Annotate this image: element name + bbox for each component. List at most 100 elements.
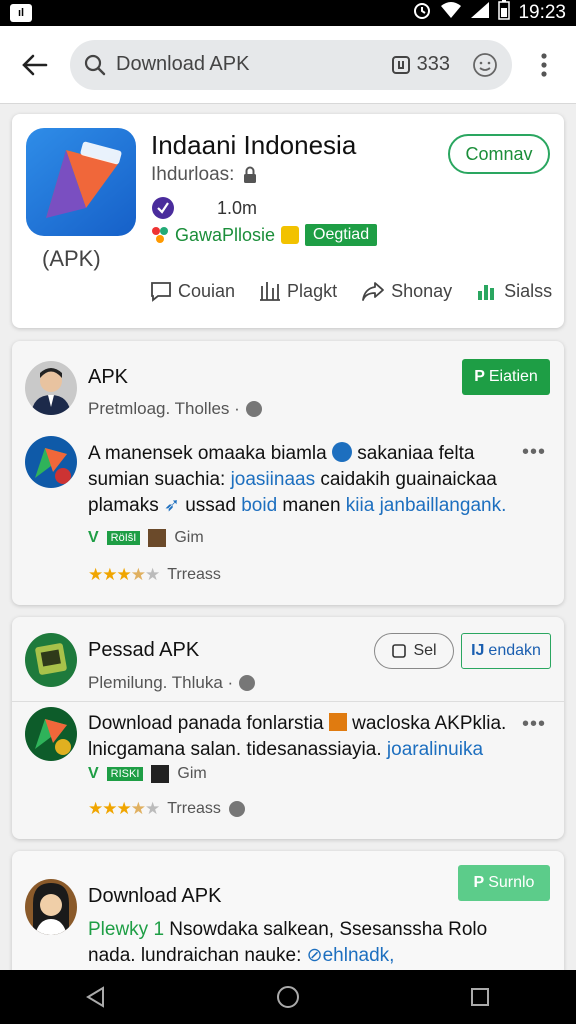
apk-label: (APK) — [42, 246, 101, 271]
overflow-menu-button[interactable] — [512, 26, 576, 104]
category-icon — [152, 227, 168, 243]
tabs-icon — [391, 55, 410, 74]
app-meta: 1.0m — [151, 196, 257, 220]
post-author[interactable]: Download APK — [88, 885, 221, 908]
install-button[interactable]: Comnav — [448, 134, 550, 174]
app-actions: Couian Plagkt Shonay Sialss — [150, 280, 552, 302]
rating-text: Trreass — [167, 566, 221, 583]
verify-text: Gim — [177, 765, 207, 782]
download-button[interactable]: IJ endakn — [461, 633, 551, 669]
post-author[interactable]: APK — [88, 366, 128, 389]
download-button-label: endakn — [488, 642, 541, 659]
check-icon: V — [88, 529, 99, 546]
tab-count-value: 333 — [416, 53, 450, 75]
post-app-icon[interactable] — [25, 707, 77, 761]
info-icon — [228, 801, 245, 817]
app-developer-label: Ihdurloas: — [151, 164, 235, 185]
save-button[interactable]: Sel — [374, 633, 454, 669]
follow-button-label: Surnlo — [488, 874, 535, 891]
app-card[interactable]: (APK) Indaani Indonesia Ihdurloas: 1.0m … — [12, 114, 564, 328]
square-recents-icon — [471, 988, 489, 1006]
post-link[interactable]: joasiinaas — [231, 469, 316, 490]
avatar[interactable] — [25, 361, 77, 415]
wifi-icon — [440, 1, 462, 25]
search-placeholder: Download APK — [116, 53, 250, 75]
post-link[interactable]: Plewky 1 — [88, 919, 164, 940]
globe-icon — [245, 401, 262, 417]
comment-icon — [151, 282, 171, 302]
post-meta-text: Pretmloag. Tholles · — [88, 399, 240, 418]
save-button-label: Sel — [413, 642, 437, 659]
check-icon: V — [88, 765, 99, 782]
post-card[interactable]: APK Pretmloag. Tholles · P Eiatien A mane… — [12, 341, 564, 605]
smiley-icon[interactable] — [472, 52, 498, 78]
post-card[interactable]: Download APK P Surnlo Plewky 1 Nsowdaka s… — [12, 851, 564, 981]
verified-icon — [331, 442, 352, 462]
follow-button[interactable]: P Eiatien — [462, 359, 550, 395]
post-link[interactable]: joaralinuika — [387, 739, 483, 760]
post-text: manen — [277, 495, 346, 516]
divider — [12, 701, 564, 702]
post-rating: ★★★★★ Trreass — [88, 565, 221, 585]
post-author[interactable]: Pessad APK — [88, 639, 199, 662]
avatar[interactable] — [25, 633, 77, 687]
triangle-back-icon — [86, 986, 104, 1008]
action-stats[interactable]: Sialss — [476, 280, 552, 302]
post-app-icon[interactable] — [25, 436, 77, 488]
post-link[interactable]: kiia janbaillangank. — [346, 495, 507, 516]
qr-icon — [151, 765, 170, 783]
post-card[interactable]: Pessad APK Plemilung. Thluka · Sel IJ end… — [12, 617, 564, 839]
post-body: Download panada fonlarstia wacloska AKPk… — [88, 711, 528, 763]
bookmark-icon — [260, 282, 281, 301]
notification-icon: ıl — [10, 4, 32, 22]
share-icon — [362, 282, 384, 301]
app-icon[interactable] — [26, 128, 136, 236]
search-input[interactable]: Download APK 333 — [70, 39, 512, 90]
post-meta: Pretmloag. Tholles · — [88, 399, 262, 419]
alarm-icon — [412, 0, 432, 26]
post-verify: V RISKI Gim — [88, 765, 207, 783]
back-button[interactable] — [0, 26, 70, 104]
post-meta-text: Plemilung. Thluka · — [88, 673, 234, 692]
post-text: A manensek omaaka biamla — [88, 443, 332, 464]
download-count: 1.0m — [217, 197, 258, 218]
category-label[interactable]: GawaPllosie — [175, 225, 275, 246]
verify-text: Gim — [174, 529, 204, 546]
coin-icon — [281, 226, 300, 244]
tab-count[interactable]: 333 — [391, 53, 450, 76]
post-link[interactable]: boid — [241, 495, 277, 516]
action-label: Couian — [178, 280, 236, 301]
verify-badge: RISKI — [106, 767, 144, 781]
post-more-icon[interactable]: ••• — [522, 441, 546, 464]
back-arrow-icon — [22, 54, 48, 75]
system-nav-bar — [0, 970, 576, 1024]
action-label: Plagkt — [287, 280, 338, 301]
square-icon — [392, 644, 407, 658]
circle-home-icon — [277, 986, 299, 1008]
avatar[interactable] — [25, 879, 77, 935]
stats-icon — [478, 285, 495, 300]
more-vert-icon — [541, 52, 547, 77]
nav-home-button[interactable] — [258, 970, 318, 1024]
app-title: Indaani Indonesia — [151, 130, 357, 160]
nav-back-button[interactable] — [66, 970, 126, 1024]
verified-badge-icon — [152, 197, 174, 219]
post-more-icon[interactable]: ••• — [522, 713, 546, 736]
globe-icon — [239, 675, 256, 691]
action-bookmark[interactable]: Plagkt — [259, 280, 337, 302]
thumbnail-icon — [148, 529, 167, 547]
rating-text: Trreass — [167, 800, 221, 817]
battery-icon — [498, 0, 511, 26]
status-badge: Oegtiad — [305, 224, 378, 246]
verify-badge: RöIŝI — [106, 531, 141, 545]
action-label: Shonay — [391, 280, 453, 301]
star-rating-icon: ★★★★★ — [88, 565, 160, 584]
follow-button[interactable]: P Surnlo — [458, 865, 550, 901]
action-comment[interactable]: Couian — [150, 280, 235, 302]
app-developer: Ihdurloas: — [151, 164, 258, 186]
follow-button-label: Eiatien — [488, 368, 538, 385]
nav-recents-button[interactable] — [450, 970, 510, 1024]
action-share[interactable]: Shonay — [361, 280, 452, 302]
send-icon: ➶ — [164, 495, 180, 516]
top-app-bar: Download APK 333 — [0, 26, 576, 104]
